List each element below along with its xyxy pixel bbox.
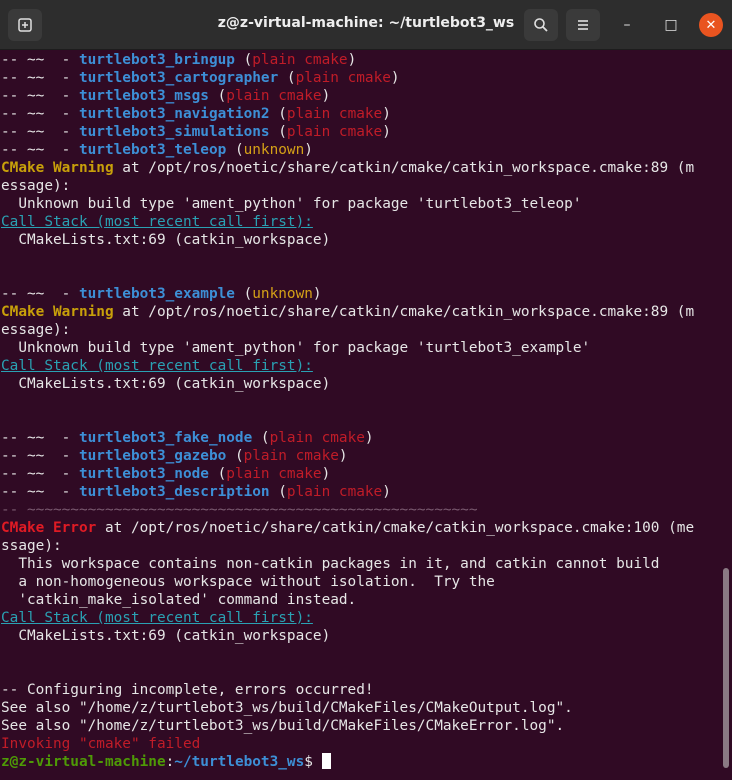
package-type: plain cmake [226, 466, 322, 482]
package-type: unknown [243, 142, 305, 158]
package-line: -- ~~ - turtlebot3_bringup (plain cmake) [1, 52, 357, 68]
warning-line: CMake Warning at /opt/ros/noetic/share/c… [1, 304, 695, 320]
package-name: turtlebot3_node [78, 466, 209, 482]
text-cursor [321, 753, 331, 769]
hamburger-menu-icon [578, 20, 588, 30]
call-stack-header: Call Stack (most recent call first): [1, 610, 313, 626]
package-line: -- ~~ - turtlebot3_fake_node (plain cmak… [1, 430, 374, 446]
warning-line-cont: essage): [1, 178, 71, 194]
terminal-output[interactable]: -- ~~ - turtlebot3_bringup (plain cmake)… [0, 51, 720, 780]
call-stack-frame: CMakeLists.txt:69 (catkin_workspace) [1, 376, 331, 392]
package-name: turtlebot3_fake_node [78, 430, 253, 446]
call-stack-header: Call Stack (most recent call first): [1, 358, 313, 374]
warning-line: CMake Warning at /opt/ros/noetic/share/c… [1, 160, 695, 176]
package-name: turtlebot3_msgs [78, 88, 209, 104]
package-type: plain cmake [269, 430, 365, 446]
close-icon: ✕ [705, 17, 717, 33]
call-stack-header: Call Stack (most recent call first): [1, 214, 313, 230]
package-line: -- ~~ - turtlebot3_simulations (plain cm… [1, 124, 391, 140]
separator-line: -- ~~~~~~~~~~~~~~~~~~~~~~~~~~~~~~~~~~~~~… [1, 502, 478, 518]
scrollbar-thumb[interactable] [723, 568, 729, 768]
see-also-output-log: See also "/home/z/turtlebot3_ws/build/CM… [1, 700, 573, 716]
minimize-icon: – [623, 17, 631, 33]
terminal-window: z@z-virtual-machine: ~/turtlebot3_ws – □… [0, 0, 732, 780]
package-name: turtlebot3_description [78, 484, 270, 500]
package-type: plain cmake [286, 484, 383, 500]
prompt-user: z@z-virtual-machine [1, 754, 166, 770]
package-type: plain cmake [286, 106, 383, 122]
package-name: turtlebot3_simulations [78, 124, 270, 140]
package-type: plain cmake [226, 88, 322, 104]
package-type: plain cmake [243, 448, 339, 464]
error-line-cont: ssage): [1, 538, 62, 554]
configuring-status: -- Configuring incomplete, errors occurr… [1, 682, 374, 698]
error-label: CMake Error [1, 520, 97, 536]
warning-label: CMake Warning [1, 304, 114, 320]
search-button[interactable] [524, 9, 558, 41]
package-type: plain cmake [295, 70, 391, 86]
error-line: CMake Error at /opt/ros/noetic/share/cat… [1, 520, 695, 536]
close-button[interactable]: ✕ [699, 13, 723, 37]
error-message: This workspace contains non-catkin packa… [1, 556, 660, 572]
package-line: -- ~~ - turtlebot3_navigation2 (plain cm… [1, 106, 391, 122]
warning-message: Unknown build type 'ament_python' for pa… [1, 340, 591, 356]
package-line: -- ~~ - turtlebot3_example (unknown) [1, 286, 322, 302]
warning-message: Unknown build type 'ament_python' for pa… [1, 196, 582, 212]
title-bar: z@z-virtual-machine: ~/turtlebot3_ws – □… [0, 0, 732, 50]
package-line: -- ~~ - turtlebot3_cartographer (plain c… [1, 70, 400, 86]
package-line: -- ~~ - turtlebot3_msgs (plain cmake) [1, 88, 331, 104]
package-line: -- ~~ - turtlebot3_description (plain cm… [1, 484, 391, 500]
invoking-failed: Invoking "cmake" failed [1, 736, 201, 752]
maximize-button[interactable]: □ [659, 13, 683, 37]
package-name: turtlebot3_navigation2 [78, 106, 270, 122]
package-name: turtlebot3_bringup [78, 52, 235, 68]
menu-button[interactable] [566, 9, 600, 41]
package-name: turtlebot3_example [78, 286, 235, 302]
package-name: turtlebot3_teleop [78, 142, 227, 158]
maximize-icon: □ [664, 17, 678, 33]
package-type: unknown [252, 286, 313, 302]
prompt-path: ~/turtlebot3_ws [174, 754, 305, 770]
minimize-button[interactable]: – [615, 13, 639, 37]
package-line: -- ~~ - turtlebot3_teleop (unknown) [1, 142, 313, 158]
warning-label: CMake Warning [1, 160, 114, 176]
package-type: plain cmake [252, 52, 348, 68]
error-message: 'catkin_make_isolated' command instead. [1, 592, 357, 608]
error-message: a non-homogeneous workspace without isol… [1, 574, 495, 590]
warning-line-cont: essage): [1, 322, 71, 338]
package-name: turtlebot3_cartographer [78, 70, 279, 86]
package-line: -- ~~ - turtlebot3_gazebo (plain cmake) [1, 448, 348, 464]
package-name: turtlebot3_gazebo [78, 448, 227, 464]
package-line: -- ~~ - turtlebot3_node (plain cmake) [1, 466, 331, 482]
shell-prompt[interactable]: z@z-virtual-machine:~/turtlebot3_ws$ [0, 753, 720, 771]
search-icon [534, 18, 548, 32]
see-also-error-log: See also "/home/z/turtlebot3_ws/build/CM… [1, 718, 565, 734]
call-stack-frame: CMakeLists.txt:69 (catkin_workspace) [1, 232, 331, 248]
package-type: plain cmake [286, 124, 383, 140]
call-stack-frame: CMakeLists.txt:69 (catkin_workspace) [1, 628, 331, 644]
